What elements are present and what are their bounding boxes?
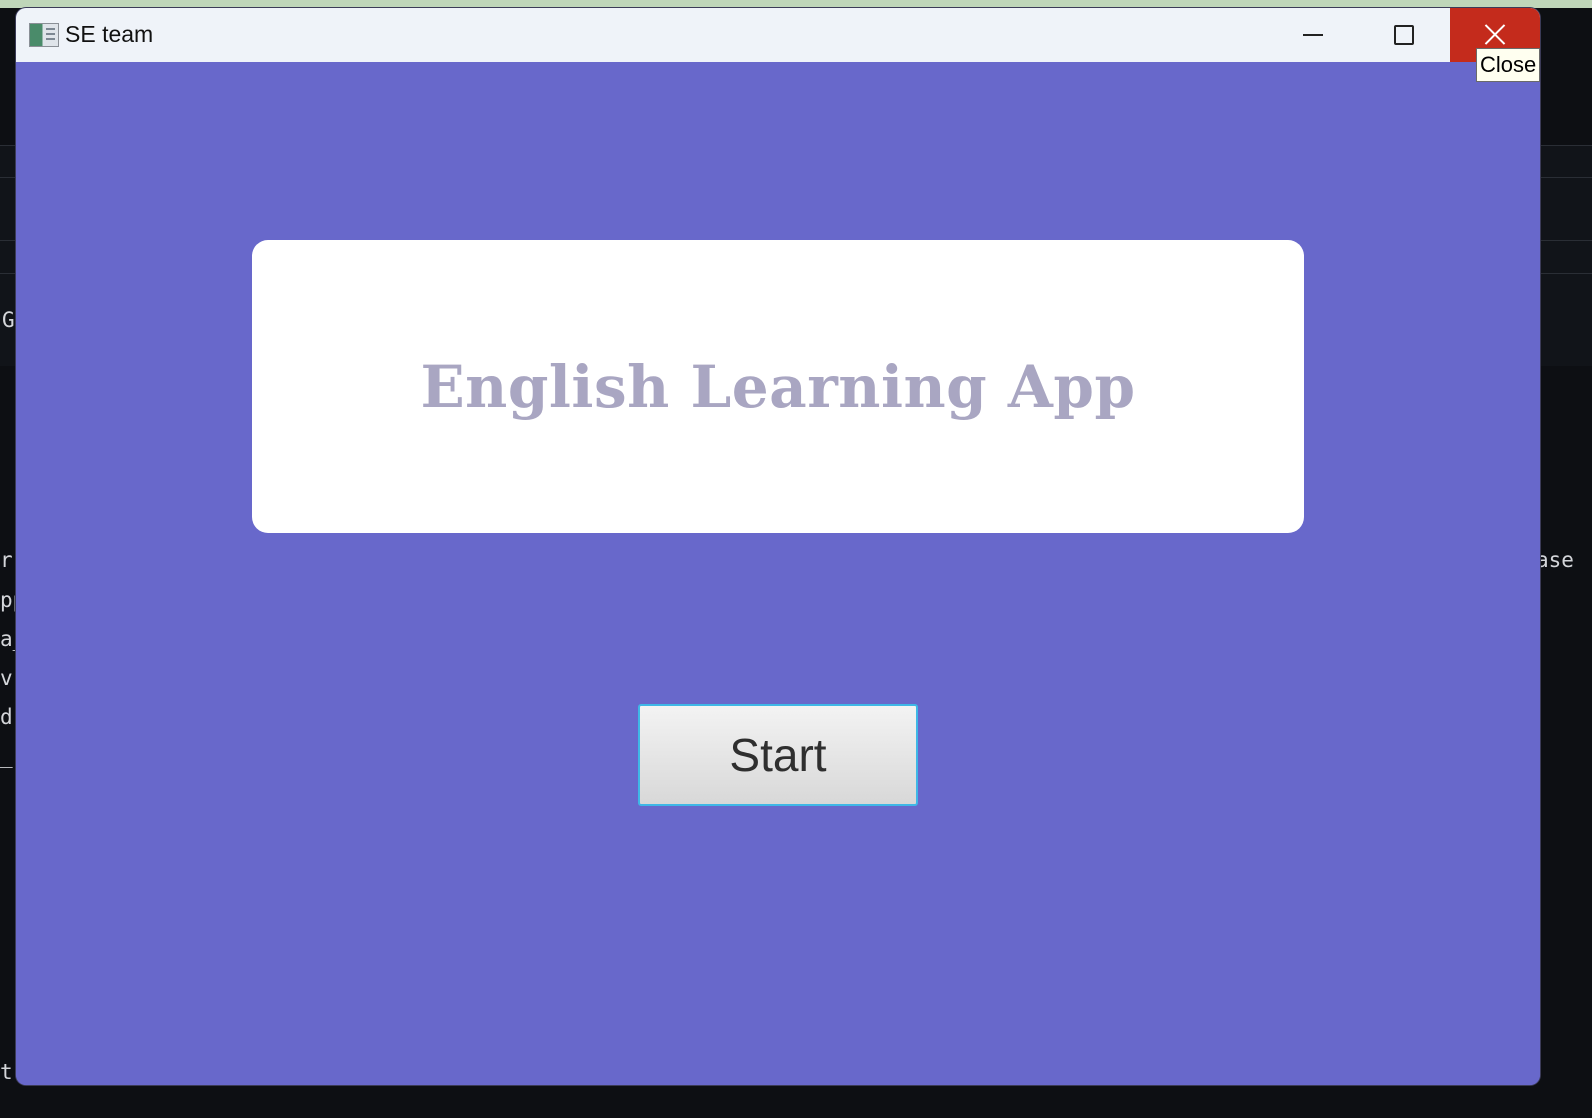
background-text-fragment: _ <box>0 744 13 768</box>
background-window-edge <box>0 0 1592 8</box>
background-text-fragment: t <box>0 1060 13 1084</box>
app-window: SE team English Learning App Start <box>16 8 1540 1085</box>
background-text-fragment: r <box>0 548 13 572</box>
close-tooltip: Close <box>1476 48 1541 82</box>
title-bar[interactable]: SE team <box>16 8 1540 62</box>
maximize-icon <box>1394 25 1414 45</box>
minimize-icon <box>1303 34 1323 36</box>
background-text-fragment: ase <box>1536 548 1574 572</box>
minimize-button[interactable] <box>1268 8 1358 62</box>
desktop-background: G r pp a_ v d: _ t ase SE team English L… <box>0 0 1592 1118</box>
background-text-fragment: v <box>0 666 13 690</box>
window-title: SE team <box>65 21 154 47</box>
title-card: English Learning App <box>252 240 1304 533</box>
start-button[interactable]: Start <box>638 704 918 806</box>
maximize-button[interactable] <box>1358 8 1448 62</box>
app-title: English Learning App <box>420 352 1136 421</box>
app-window-icon <box>29 23 59 47</box>
background-text-fragment: G <box>2 308 15 332</box>
main-content: English Learning App Start <box>16 62 1540 1085</box>
close-icon <box>1483 22 1507 46</box>
